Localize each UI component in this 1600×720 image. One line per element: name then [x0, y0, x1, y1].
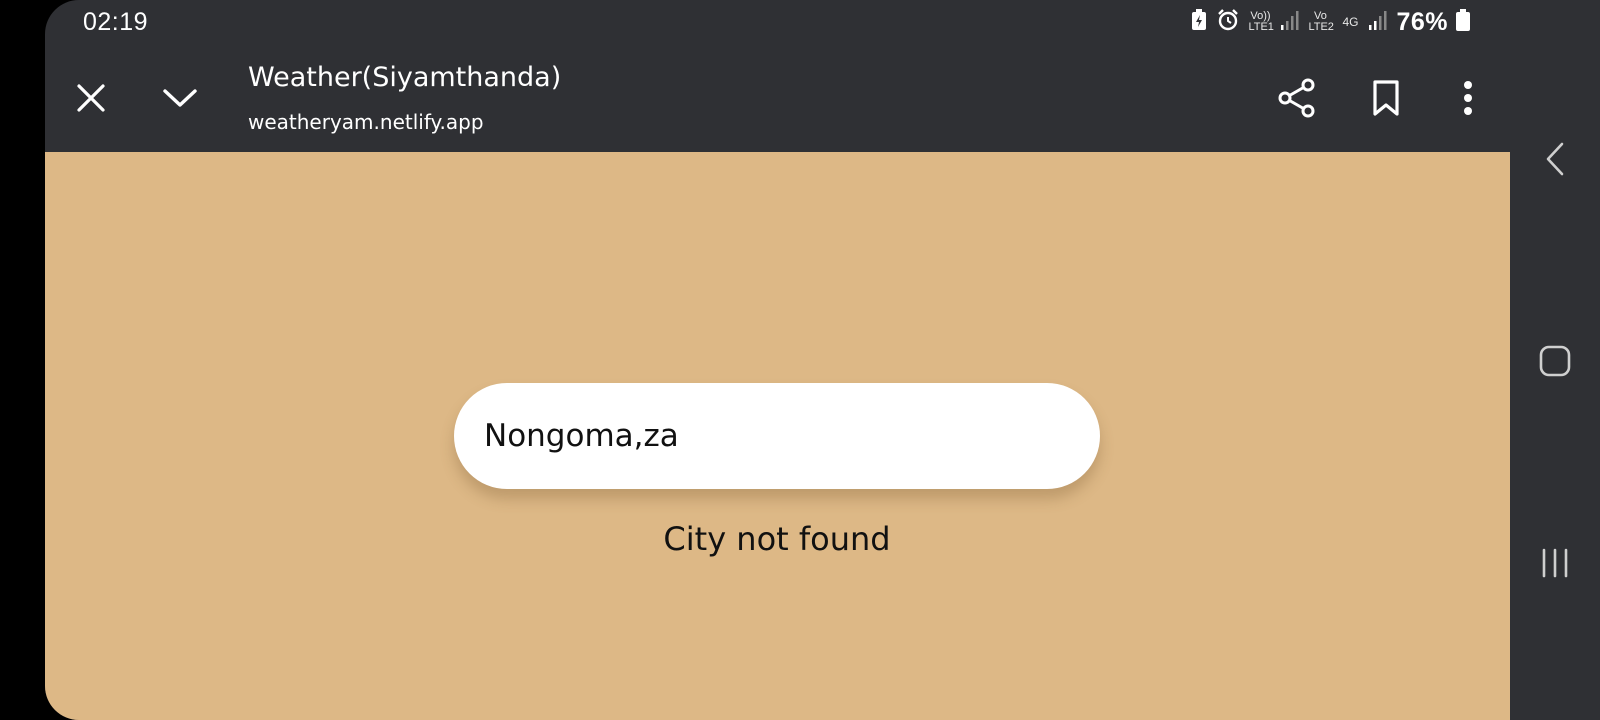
city-search-input[interactable] [454, 383, 1100, 489]
status-icons: Vo)) LTE1 Vo LTE2 4G 76% [1190, 7, 1470, 37]
battery-saver-icon [1190, 8, 1208, 36]
page-title: Weather(Siyamthanda) [248, 62, 562, 93]
signal-icon [1280, 9, 1300, 36]
status-bar: 02:19 Vo)) LTE1 Vo LTE2 4G 76% [45, 0, 1510, 44]
chevron-down-icon [163, 89, 197, 107]
bookmark-icon [1373, 80, 1399, 116]
recents-icon [1542, 548, 1568, 578]
home-button[interactable] [1524, 330, 1586, 392]
weather-page: City not found [45, 152, 1510, 720]
page-url: weatheryam.netlify.app [248, 110, 484, 134]
more-options-button[interactable] [1440, 70, 1496, 126]
sim1-label: Vo)) LTE1 [1248, 10, 1274, 33]
error-message: City not found [663, 520, 891, 558]
battery-icon [1456, 8, 1470, 36]
share-icon [1278, 78, 1315, 118]
bookmark-button[interactable] [1358, 70, 1414, 126]
recents-button[interactable] [1524, 532, 1586, 594]
alarm-icon [1216, 8, 1240, 37]
share-button[interactable] [1269, 70, 1325, 126]
back-icon [1546, 142, 1564, 176]
close-button[interactable] [63, 70, 119, 126]
more-vert-icon [1464, 81, 1472, 115]
custom-tab-toolbar: Weather(Siyamthanda) weatheryam.netlify.… [45, 44, 1510, 152]
home-icon [1539, 345, 1571, 377]
system-navigation-bar [1510, 0, 1600, 720]
signal-icon [1368, 9, 1388, 36]
close-icon [77, 84, 105, 112]
battery-percent: 76% [1396, 7, 1448, 36]
network-type: 4G [1342, 15, 1359, 29]
phone-screen: 02:19 Vo)) LTE1 Vo LTE2 4G 76% Weather(S… [45, 0, 1510, 720]
back-button[interactable] [1524, 128, 1586, 190]
minimize-button[interactable] [152, 70, 208, 126]
status-time: 02:19 [83, 8, 149, 36]
sim2-label: Vo LTE2 [1308, 10, 1334, 33]
